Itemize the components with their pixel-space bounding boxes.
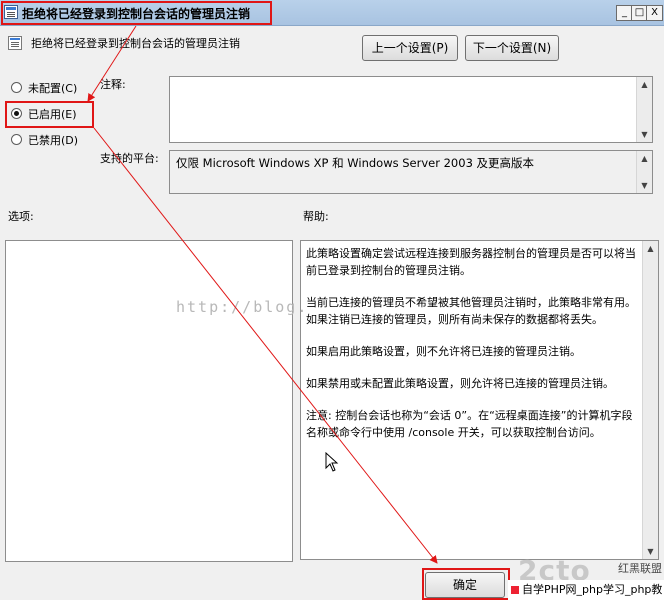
help-scrollbar[interactable]: ▲ ▼	[642, 241, 658, 559]
scroll-down-icon[interactable]: ▼	[637, 127, 652, 142]
close-button[interactable]: X	[646, 5, 663, 21]
blog-url-watermark: http://blog.	[176, 298, 309, 316]
next-setting-button[interactable]: 下一个设置(N)	[465, 35, 559, 61]
help-paragraph: 如果启用此策略设置，则不允许将已连接的管理员注销。	[306, 345, 581, 358]
scroll-down-icon[interactable]: ▼	[637, 178, 652, 193]
scroll-down-icon[interactable]: ▼	[643, 544, 658, 559]
help-text: 此策略设置确定尝试远程连接到服务器控制台的管理员是否可以将当前已登录到控制台的管…	[306, 245, 640, 456]
previous-setting-button[interactable]: 上一个设置(P)	[362, 35, 458, 61]
radio-circle[interactable]	[11, 134, 22, 145]
scroll-up-icon[interactable]: ▲	[637, 77, 652, 92]
ok-annotation-box	[422, 568, 510, 600]
site-banner: 自学PHP网_php学习_php教	[508, 580, 664, 600]
comment-scrollbar[interactable]: ▲ ▼	[636, 77, 652, 142]
help-paragraph: 如果禁用或未配置此策略设置，则允许将已连接的管理员注销。	[306, 377, 614, 390]
radio-label: 未配置(C)	[28, 82, 78, 95]
mouse-cursor-icon	[325, 452, 339, 472]
supported-platform-text: 仅限 Microsoft Windows XP 和 Windows Server…	[176, 156, 535, 170]
options-label: 选项:	[8, 210, 34, 223]
enabled-annotation-box	[5, 101, 94, 128]
site-logo-tagline: 红黑联盟	[618, 562, 662, 575]
scroll-up-icon[interactable]: ▲	[637, 151, 652, 166]
comment-textarea[interactable]: ▲ ▼	[169, 76, 653, 143]
policy-name: 拒绝将已经登录到控制台会话的管理员注销	[31, 37, 240, 50]
radio-circle[interactable]	[11, 82, 22, 93]
site-banner-text: 自学PHP网_php学习_php教	[522, 583, 663, 596]
options-panel	[5, 240, 293, 562]
platform-scrollbar[interactable]: ▲ ▼	[636, 151, 652, 193]
radio-label: 已禁用(D)	[28, 134, 79, 147]
help-paragraph: 注意: 控制台会话也称为“会话 0”。在“远程桌面连接”的计算机字段名称或命令行…	[306, 409, 633, 439]
supported-platform-box: 仅限 Microsoft Windows XP 和 Windows Server…	[169, 150, 653, 194]
help-paragraph: 此策略设置确定尝试远程连接到服务器控制台的管理员是否可以将当前已登录到控制台的管…	[306, 247, 636, 277]
help-label: 帮助:	[303, 210, 329, 223]
help-panel: 此策略设置确定尝试远程连接到服务器控制台的管理员是否可以将当前已登录到控制台的管…	[300, 240, 659, 560]
policy-setting-icon	[8, 36, 22, 50]
title-annotation-box	[1, 1, 272, 25]
help-paragraph: 当前已连接的管理员不希望被其他管理员注销时，此策略非常有用。如果注销已连接的管理…	[306, 296, 636, 326]
site-logo-icon	[511, 586, 519, 594]
comment-label: 注释:	[100, 78, 126, 91]
supported-platform-label: 支持的平台:	[100, 152, 159, 165]
scroll-up-icon[interactable]: ▲	[643, 241, 658, 256]
